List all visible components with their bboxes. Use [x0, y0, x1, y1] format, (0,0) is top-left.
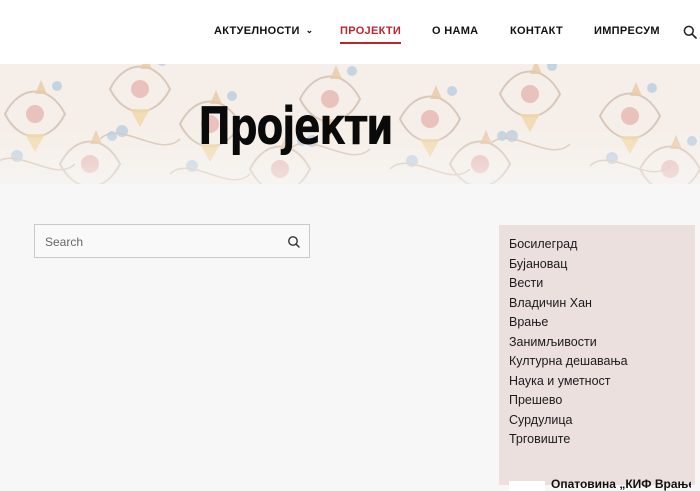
nav-item-aktuelnosti[interactable]: АКТУЕЛНОСТИ ⌄: [214, 25, 314, 37]
chevron-down-icon: ⌄: [305, 25, 314, 35]
category-link-surdulica[interactable]: Сурдулица: [509, 413, 628, 433]
top-navigation: АКТУЕЛНОСТИ ⌄ ПРОЈЕКТИ О НАМА КОНТАКТ ИМП…: [0, 0, 700, 64]
recent-post-thumbnail[interactable]: [509, 481, 545, 491]
recent-post-title[interactable]: Опатовина „КИФ Врање“: [551, 477, 691, 491]
category-link-bujanovac[interactable]: Бујановац: [509, 257, 628, 277]
search-button[interactable]: [285, 233, 303, 251]
category-link-kulturna-desavanja[interactable]: Културна дешавања: [509, 354, 628, 374]
category-link-vladicin-han[interactable]: Владичин Хан: [509, 296, 628, 316]
category-list: Босилеград Бујановац Вести Владичин Хан …: [509, 237, 628, 452]
search-input[interactable]: [45, 234, 275, 250]
search-icon[interactable]: [683, 25, 697, 39]
category-link-vesti[interactable]: Вести: [509, 276, 628, 296]
search-form: [34, 224, 310, 258]
nav-item-projekti[interactable]: ПРОЈЕКТИ: [340, 25, 402, 44]
nav-item-label: АКТУЕЛНОСТИ: [214, 25, 300, 37]
category-link-vranje[interactable]: Врање: [509, 315, 628, 335]
category-link-trgoviste[interactable]: Трговиште: [509, 432, 628, 452]
category-link-nauka-i-umetnost[interactable]: Наука и уметност: [509, 374, 628, 394]
category-link-presevo[interactable]: Прешево: [509, 393, 628, 413]
page-title: Пројекти: [198, 96, 394, 157]
nav-item-o-nama[interactable]: О НАМА: [432, 25, 478, 37]
category-link-zanimljivosti[interactable]: Занимљивости: [509, 335, 628, 355]
sidebar-categories: Босилеград Бујановац Вести Владичин Хан …: [499, 225, 695, 491]
nav-item-kontakt[interactable]: КОНТАКТ: [510, 25, 563, 37]
nav-item-impresum[interactable]: ИМПРЕСУМ: [594, 25, 660, 37]
category-link-bosilegrad[interactable]: Босилеград: [509, 237, 628, 257]
search-icon: [288, 236, 300, 248]
